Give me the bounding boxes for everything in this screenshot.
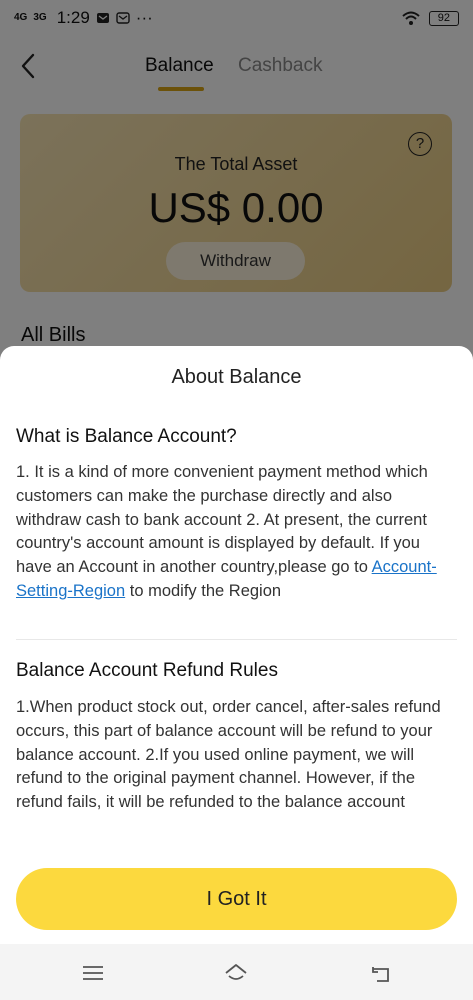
section-divider (16, 639, 457, 640)
balance-account-text-end: to modify the Region (125, 581, 282, 600)
balance-account-text: 1. It is a kind of more convenient payme… (16, 463, 428, 577)
about-balance-sheet: About Balance What is Balance Account? 1… (0, 346, 473, 944)
balance-account-description: 1. It is a kind of more convenient payme… (16, 461, 460, 604)
menu-icon[interactable] (80, 960, 106, 986)
return-icon[interactable] (368, 960, 394, 986)
refund-rules-description: 1.When product stock out, order cancel, … (16, 698, 441, 812)
got-it-button[interactable]: I Got It (16, 868, 457, 930)
sheet-title: About Balance (171, 366, 302, 388)
balance-account-heading: What is Balance Account? (16, 426, 237, 447)
system-navigation-bar (0, 944, 473, 1000)
refund-rules-heading: Balance Account Refund Rules (16, 660, 278, 681)
home-icon[interactable] (223, 960, 249, 986)
